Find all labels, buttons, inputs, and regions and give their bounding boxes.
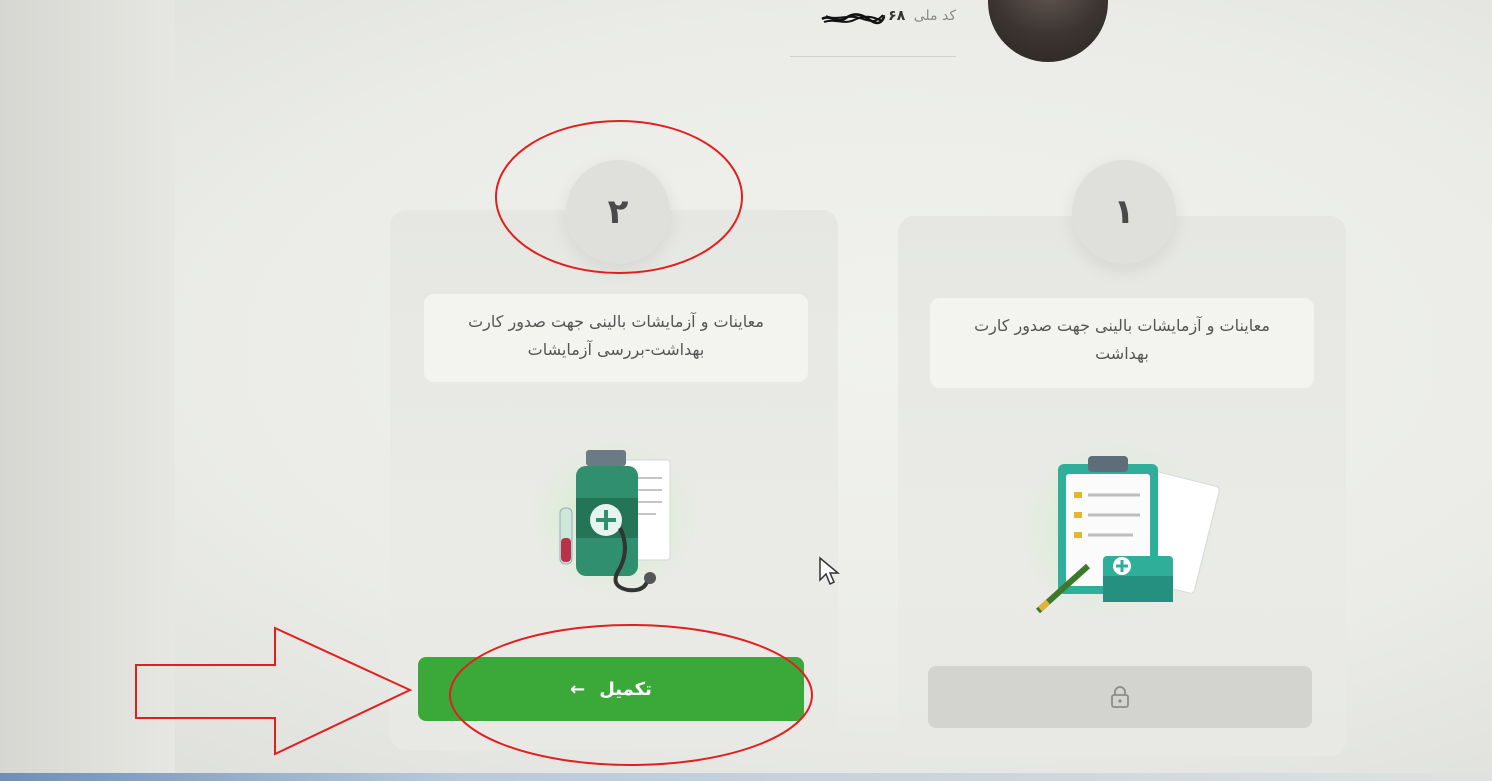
taskbar-edge <box>0 773 1492 781</box>
annotation-circle-step-2 <box>495 120 743 274</box>
annotation-arrow <box>135 626 413 756</box>
annotation-overlay <box>135 120 813 766</box>
annotation-circle-complete-button <box>449 624 813 766</box>
